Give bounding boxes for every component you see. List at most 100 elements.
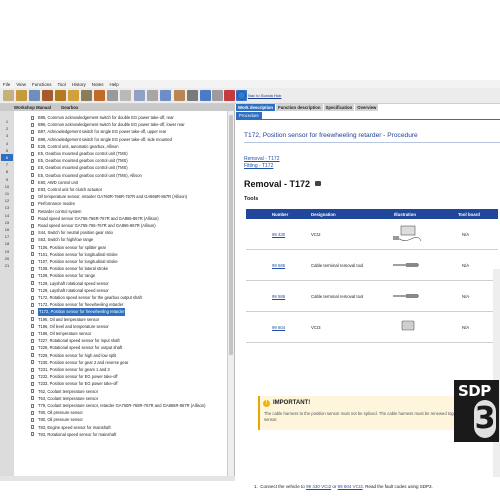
tab-function-description[interactable]: Function description (276, 104, 323, 111)
tree-item[interactable]: T129, Layshaft rotational speed sensor (14, 280, 227, 287)
gutter-number[interactable]: 1 (1, 118, 13, 125)
menu-item[interactable]: File (3, 82, 10, 87)
link-vci3[interactable]: 99 604 VCI3 (338, 484, 363, 489)
menu-item[interactable]: View (16, 82, 26, 87)
print-icon[interactable] (315, 181, 321, 186)
tree-item[interactable]: T83, Engine speed sensor for mainshaft (14, 424, 227, 431)
gutter-number[interactable]: 9 (1, 176, 13, 183)
tree-item[interactable]: T108, Position sensor for lateral stroke (14, 265, 227, 272)
toolbar-button-icon[interactable] (107, 90, 118, 101)
tree-item[interactable]: Road speed sensor GA765-766-767R and GA8… (14, 222, 227, 229)
menu-item[interactable]: Functions (32, 82, 52, 87)
tree-item[interactable]: E93, Control unit for clutch actuator (14, 186, 227, 193)
gutter-number[interactable]: 8 (1, 168, 13, 175)
toolbar-button-icon[interactable] (134, 90, 145, 101)
gutter-number[interactable]: 16 (1, 226, 13, 233)
toolbar-button-icon[interactable] (174, 90, 185, 101)
menu-item[interactable]: Tool (57, 82, 65, 87)
tree-item[interactable]: T196, Oil level and temperature sensor (14, 323, 227, 330)
tree-item[interactable]: T79, Coolant temperature sensor, retarde… (14, 402, 227, 409)
tree-item[interactable]: B95, Common acknowledgement switch for d… (14, 114, 227, 121)
tree-item[interactable]: T107, Position sensor for longitudinal s… (14, 258, 227, 265)
tree-item[interactable]: T129, Layshaft rotational speed sensor (14, 287, 227, 294)
tree-item[interactable]: T172, Position sensor for freewheeling r… (14, 301, 227, 308)
tree-item[interactable]: E5, Gearbox mounted gearbox control unit… (14, 172, 227, 179)
tab-overview[interactable]: Overview (355, 104, 379, 111)
gutter-number[interactable]: 19 (1, 248, 13, 255)
gutter-number[interactable]: 12 (1, 197, 13, 204)
toolbar-button-icon[interactable] (224, 90, 235, 101)
toolbar-button-icon[interactable] (29, 90, 40, 101)
tab-specification[interactable]: Specification (323, 104, 355, 111)
gutter-number[interactable]: 15 (1, 219, 13, 226)
gutter-number[interactable]: 17 (1, 233, 13, 240)
tree-item[interactable]: T232, Position sensor for EG power take-… (14, 373, 227, 380)
toolbar-button-icon[interactable] (16, 90, 27, 101)
tree-item[interactable]: Performance modes (14, 200, 227, 207)
tool-number-link[interactable]: 99 586 (272, 294, 285, 299)
tree-item[interactable]: T109, Position sensor for range (14, 272, 227, 279)
tree-item[interactable]: T227, Rotational speed sensor for input … (14, 337, 227, 344)
tree-item[interactable]: Oil temperature sensor, retarder GA760R-… (14, 193, 227, 200)
gutter-number[interactable]: 6 (1, 154, 13, 162)
tree-scrollbar[interactable] (227, 111, 234, 480)
gutter-number[interactable]: 20 (1, 255, 13, 262)
link-vci2[interactable]: 99 430 VCI2 (306, 484, 331, 489)
tree-item[interactable]: E60, AWD control unit (14, 179, 227, 186)
tree-item[interactable]: T83, Rotational speed sensor for mainsha… (14, 431, 227, 438)
tool-number-link[interactable]: 99 430 (272, 232, 285, 237)
tree-item[interactable]: T228, Rotational speed sensor for output… (14, 344, 227, 351)
tree-hscrollbar[interactable] (0, 476, 235, 481)
tree-item[interactable]: Retarder control system (14, 208, 227, 215)
toolbar-button-icon[interactable] (42, 90, 53, 101)
toolbar-button-icon[interactable] (81, 90, 92, 101)
tree-item[interactable]: E5, Gearbox mounted gearbox control unit… (14, 150, 227, 157)
toolbar-button-icon[interactable] (68, 90, 79, 101)
toolbar-button-icon[interactable] (120, 90, 131, 101)
gutter-number[interactable]: 11 (1, 190, 13, 197)
gutter-number[interactable]: 5 (1, 147, 13, 154)
tree-item[interactable]: E5, Gearbox mounted gearbox control unit… (14, 157, 227, 164)
tree-item[interactable]: T230, Position sensor for gear 2 and rev… (14, 359, 227, 366)
toolbar-button-icon[interactable] (212, 90, 223, 101)
link-removal[interactable]: Removal - T172 (244, 156, 279, 162)
toolbar-button-icon[interactable] (200, 90, 211, 101)
menu-item[interactable]: Help (110, 82, 119, 87)
tree-item[interactable]: T80, Oil pressure sensor (14, 409, 227, 416)
tree-item[interactable]: T196, Oil temperature sensor (14, 330, 227, 337)
tree-item[interactable]: T106, Position sensor for splitter gear (14, 244, 227, 251)
link-fitting[interactable]: Fitting - T172 (244, 163, 273, 169)
gutter-number[interactable]: 7 (1, 161, 13, 168)
gutter-number[interactable]: 4 (1, 140, 13, 147)
gutter-number[interactable]: 21 (1, 262, 13, 269)
tree-item[interactable]: T63, Coolant temperature sensor (14, 395, 227, 402)
tree-item[interactable]: E28, Control unit, automatic gearbox, Al… (14, 143, 227, 150)
tree-item[interactable]: T172, Rotation speed sensor for the gear… (14, 294, 227, 301)
gutter-number[interactable]: 3 (1, 132, 13, 139)
tree-item[interactable]: T80, Oil pressure sensor (14, 416, 227, 423)
tree-item[interactable]: B96, Common acknowledgement switch for d… (14, 121, 227, 128)
tree-item[interactable]: T196, Oil and temperature sensor (14, 316, 227, 323)
gutter-number[interactable]: 2 (1, 125, 13, 132)
scania-hub-link[interactable]: Nav to Scania Hub (237, 91, 281, 100)
menu-item[interactable]: History (72, 82, 86, 87)
tree-item[interactable]: T101, Position sensor for longitudinal s… (14, 251, 227, 258)
content-scrollbar[interactable] (493, 269, 500, 477)
gutter-number[interactable]: 13 (1, 204, 13, 211)
tree-item[interactable]: T62, Coolant temperature sensor (14, 388, 227, 395)
tab-procedure[interactable]: Procedure (236, 112, 262, 119)
menu-item[interactable]: Notes (92, 82, 104, 87)
gutter-number[interactable]: 18 (1, 240, 13, 247)
tree-item[interactable]: B98, Acknowledgement switch for single E… (14, 136, 227, 143)
tree-item[interactable]: T231, Position sensor for gears 1 and 3 (14, 366, 227, 373)
toolbar-button-icon[interactable] (55, 90, 66, 101)
toolbar-button-icon[interactable] (187, 90, 198, 101)
tree-item[interactable]: Road speed sensor GA766-766R-767R and GA… (14, 215, 227, 222)
tree-item[interactable]: T172, Position sensor for freewheeling r… (14, 308, 227, 316)
scroll-thumb[interactable] (229, 115, 233, 355)
tree-item[interactable]: E5, Gearbox mounted gearbox control unit… (14, 164, 227, 171)
tab-work-description[interactable]: Work description (236, 104, 276, 111)
gutter-number[interactable]: 14 (1, 212, 13, 219)
tree-item[interactable]: T233, Position sensor for EG power take-… (14, 380, 227, 387)
toolbar-button-icon[interactable] (147, 90, 158, 101)
